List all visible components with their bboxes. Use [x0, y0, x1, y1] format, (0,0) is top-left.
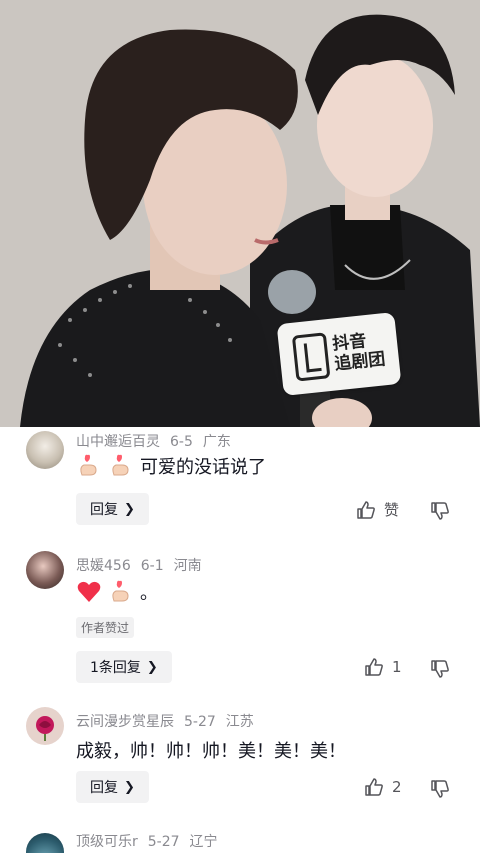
- comment-date: 5-27: [184, 714, 216, 730]
- thumbs-down-icon[interactable]: [430, 779, 450, 799]
- comment-text: 可爱的没话说了: [76, 453, 266, 479]
- reply-button[interactable]: 回复 ❯: [76, 493, 149, 525]
- comment-item: 思媛456 6-1 河南 。 作者赞过 1条回复 ❯ 1: [0, 551, 480, 707]
- thumbs-up-icon: [357, 500, 375, 519]
- chevron-right-icon: ❯: [146, 659, 158, 675]
- avatar[interactable]: [26, 551, 64, 589]
- comment-body: 。: [140, 583, 158, 604]
- comment-username[interactable]: 思媛456: [76, 558, 131, 574]
- like-button[interactable]: 赞: [356, 499, 399, 520]
- comment-username[interactable]: 云间漫步赏星辰: [76, 714, 174, 730]
- comment-item: 顶级可乐r 5-27 辽宁: [0, 829, 480, 853]
- comment-location: 辽宁: [189, 834, 218, 850]
- red-heart-emoji-icon: [77, 581, 101, 602]
- comment-meta: 思媛456 6-1 河南: [76, 555, 212, 575]
- comment-item: 云间漫步赏星辰 5-27 江苏 成毅，帅！帅！帅！美！美！美！ 回复 ❯ 2: [0, 707, 480, 827]
- comment-location: 河南: [173, 558, 202, 574]
- thumbs-down-icon[interactable]: [430, 501, 450, 521]
- reply-label: 回复: [90, 780, 118, 796]
- comment-username[interactable]: 顶级可乐r: [76, 834, 138, 850]
- view-replies-button[interactable]: 1条回复 ❯: [76, 651, 172, 683]
- comment-username[interactable]: 山中邂逅百灵: [76, 434, 160, 450]
- comment-date: 5-27: [147, 834, 180, 850]
- mic-brand-line2: 追剧团: [333, 349, 387, 375]
- finger-heart-emoji-icon: [80, 454, 97, 476]
- comment-meta: 顶级可乐r 5-27 辽宁: [76, 831, 228, 851]
- like-label: 赞: [384, 501, 400, 519]
- thumbs-up-icon: [365, 658, 383, 676]
- author-liked-badge: 作者赞过: [76, 617, 135, 638]
- video-frame[interactable]: 抖音 追剧团: [0, 0, 480, 427]
- microphone-brand-label: 抖音 追剧团: [276, 312, 402, 396]
- comment-body: 成毅，帅！帅！帅！美！美！美！: [76, 741, 346, 762]
- comment-location: 江苏: [225, 714, 254, 730]
- avatar[interactable]: [26, 431, 64, 469]
- video-scene: [0, 0, 480, 427]
- like-button[interactable]: 1: [364, 657, 402, 677]
- comment-text: 成毅，帅！帅！帅！美！美！美！: [76, 737, 346, 763]
- reply-label: 1条回复: [90, 660, 141, 676]
- like-count: 2: [392, 778, 402, 796]
- chevron-right-icon: ❯: [124, 501, 135, 517]
- like-count: 1: [392, 658, 402, 676]
- like-button[interactable]: 2: [364, 777, 402, 797]
- finger-heart-emoji-icon: [112, 580, 129, 602]
- thumbs-down-icon[interactable]: [430, 659, 450, 679]
- reply-button[interactable]: 回复 ❯: [76, 771, 149, 803]
- avatar[interactable]: [26, 833, 64, 853]
- rose-avatar-icon: [36, 716, 54, 741]
- comment-text: 。: [76, 579, 158, 605]
- comment-meta: 山中邂逅百灵 6-5 广东: [76, 431, 241, 451]
- comment-item: 山中邂逅百灵 6-5 广东 可爱的没话说了 回复 ❯ 赞: [0, 427, 480, 543]
- comment-date: 6-1: [140, 558, 164, 574]
- thumbs-up-icon: [365, 778, 383, 796]
- comment-date: 6-5: [170, 434, 193, 450]
- comment-location: 广东: [202, 434, 231, 450]
- finger-heart-emoji-icon: [112, 454, 129, 476]
- chevron-right-icon: ❯: [124, 779, 135, 795]
- reply-label: 回复: [90, 502, 118, 518]
- comment-body: 可爱的没话说了: [140, 457, 266, 478]
- avatar[interactable]: [26, 707, 64, 745]
- douyin-logo-icon: [291, 332, 330, 382]
- comment-list[interactable]: 山中邂逅百灵 6-5 广东 可爱的没话说了 回复 ❯ 赞 思媛456 6-1 河南 。 作…: [0, 427, 480, 853]
- comment-meta: 云间漫步赏星辰 5-27 江苏: [76, 711, 264, 731]
